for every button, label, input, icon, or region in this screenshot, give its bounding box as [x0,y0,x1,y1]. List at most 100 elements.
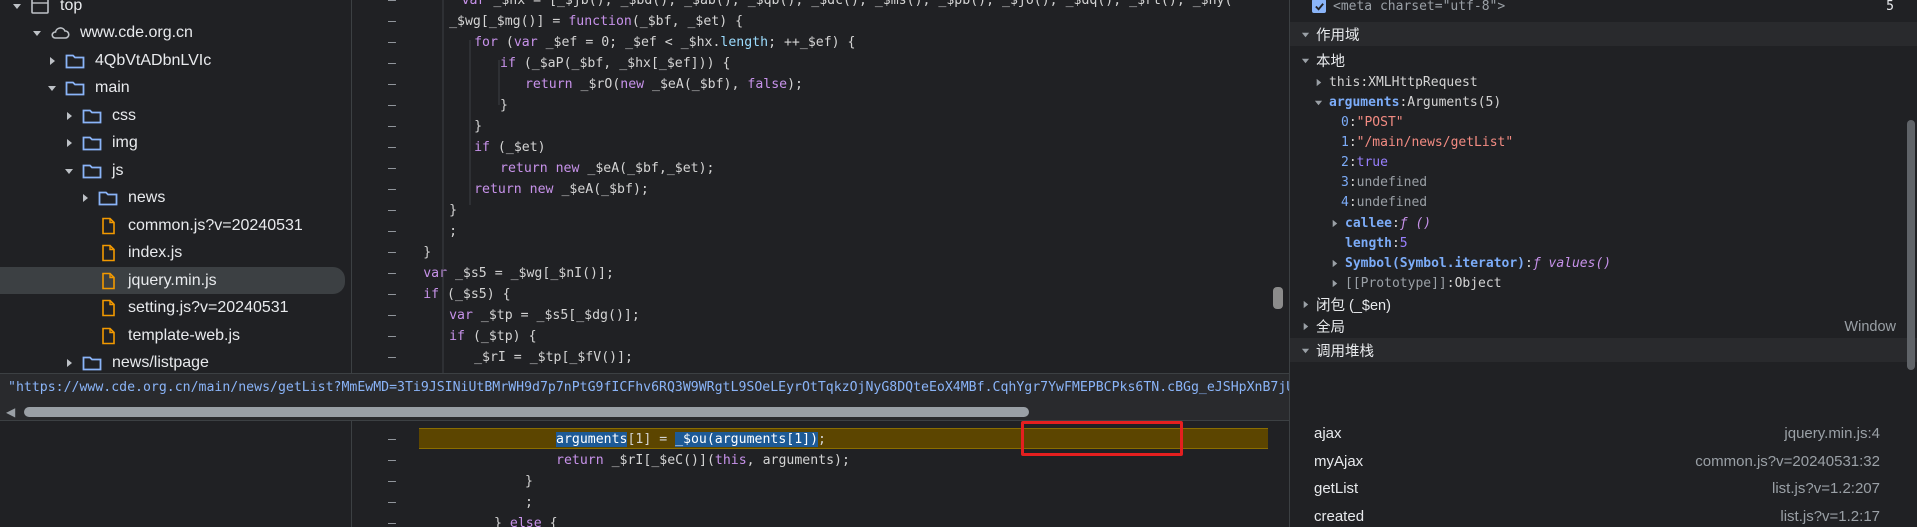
tree-item-label: template-web.js [128,326,241,344]
chevron-right-icon[interactable] [62,109,76,123]
prop-name: [[Prototype]] [1345,276,1447,291]
file-icon [98,272,118,290]
callstack-frame[interactable]: myAjax common.js?v=20240531:32 [1290,449,1917,476]
tree-item-common-js-v-20240531[interactable]: common.js?v=20240531 [0,212,345,239]
tree-item-label: css [112,106,136,124]
tree-item-label: index.js [128,244,183,261]
tree-item-index-js[interactable]: index.js [0,240,345,267]
chevron-down-icon [1299,55,1311,67]
breakpoint-meta-row[interactable]: <meta charset="utf-8"> 5 [1290,0,1917,16]
editor-scrollbar[interactable] [1273,287,1283,309]
argument-row[interactable]: 1: "/main/news/getList" [1290,132,1917,153]
tooltip-scroll-thumb[interactable] [24,407,1029,417]
frame-function: getList [1314,480,1359,497]
file-tree: top www.cde.org.cn 4QbVtADbnLVIc main css img… [0,0,352,527]
chevron-right-icon[interactable] [62,136,76,150]
chevron-right-icon[interactable] [62,356,76,370]
tree-item-news[interactable]: news [0,185,345,212]
code-line: – var _$s5 = _$wg[_$nI()]; [388,266,614,281]
tree-item-template-web-js[interactable]: template-web.js [0,322,345,349]
code-line: –; [388,224,458,239]
chevron-down-icon[interactable] [30,26,44,40]
callstack-frame[interactable]: ajax jquery.min.js:4 [1290,421,1917,448]
tree-item-main[interactable]: main [0,75,345,102]
folder-icon [65,52,85,70]
code-line: –} [388,245,432,260]
scroll-left-icon[interactable]: ◀ [6,405,15,419]
chevron-down-icon[interactable] [45,81,59,95]
argument-index: 0 [1341,115,1349,130]
tree-item-label: 4QbVtADbnLVIc [95,51,212,69]
scope-prototype-row[interactable]: [[Prototype]]: Object [1290,273,1917,294]
frame-location[interactable]: list.js?v=1.2:207 [1772,480,1880,497]
chevron-down-icon[interactable] [10,0,24,13]
tree-item-js[interactable]: js [0,157,345,184]
tree-item-top[interactable]: top [0,0,345,19]
chevron-down-icon[interactable] [62,164,76,178]
code-line: –} [388,474,533,489]
chevron-right-icon[interactable] [45,54,59,68]
code-line: – var _$hx = [_$jb(), _$bd(), _$ab(), _$q… [388,0,1233,8]
tree-item-label: setting.js?v=20240531 [128,299,289,316]
frame-icon [30,0,50,15]
argument-index: 3 [1341,175,1349,190]
file-icon [98,244,118,262]
tree-item-4qbvtadbnlvic[interactable]: 4QbVtADbnLVIc [0,47,345,74]
chevron-right-icon [1328,278,1340,290]
tree-item-label: news [128,189,166,206]
folder-icon [82,134,102,152]
scope-length-row[interactable]: length: 5 [1290,233,1917,254]
code-line: – _$rI = _$tp[_$fV()]; [388,350,633,365]
scope-callee-row[interactable]: callee: ƒ () [1290,213,1917,234]
file-icon [98,327,118,345]
argument-row[interactable]: 3: undefined [1290,172,1917,193]
chevron-right-icon[interactable] [78,191,92,205]
callstack-frame[interactable]: getList list.js?v=1.2:207 [1290,476,1917,503]
sidebar-scrollbar[interactable] [1907,120,1915,370]
prop-value: 5 [1399,236,1408,251]
prop-value: ƒ () [1399,216,1432,231]
argument-value: "/main/news/getList" [1356,135,1514,150]
prop-name: arguments [1329,95,1400,110]
scope-section-header[interactable]: 作用域 [1290,22,1917,46]
folder-icon [98,189,118,207]
argument-row[interactable]: 0: "POST" [1290,112,1917,133]
code-line: – return new _$eA(_$bf); [388,182,649,197]
argument-row[interactable]: 2: true [1290,152,1917,173]
file-icon [98,299,118,317]
scope-symbol-row[interactable]: Symbol(Symbol.iterator): ƒ values() [1290,253,1917,274]
global-scope-label: 全局 [1316,320,1345,336]
frame-location[interactable]: list.js?v=1.2:17 [1780,508,1880,525]
closure-scope-row[interactable]: 闭包 (_$en) [1290,294,1917,315]
callstack-section-header[interactable]: 调用堆栈 [1290,338,1917,362]
frame-location[interactable]: common.js?v=20240531:32 [1695,453,1880,470]
argument-row[interactable]: 4: undefined [1290,192,1917,213]
folder-icon [65,79,85,97]
scope-this-row[interactable]: this: XMLHttpRequest [1290,72,1917,93]
code-line: – return new _$eA(_$bf,_$et); [388,161,715,176]
argument-value: true [1356,155,1388,170]
tree-item-label: news/listpage [112,354,209,371]
scope-arguments-row[interactable]: arguments: Arguments(5) [1290,92,1917,113]
global-scope-row[interactable]: 全局 Window [1290,316,1917,337]
tree-item-img[interactable]: img [0,130,345,157]
argument-index: 4 [1341,195,1349,210]
tree-item-setting-js-v-20240531[interactable]: setting.js?v=20240531 [0,295,345,322]
local-scope-header[interactable]: 本地 [1290,50,1917,71]
code-line: – for (var _$ef = 0; _$ef < _$hx.length; … [388,35,856,50]
code-line: –; [388,495,533,510]
tree-item-www-cde-org-cn[interactable]: www.cde.org.cn [0,20,345,47]
code-line: – var _$tp = _$s5[_$dg()]; [388,308,640,323]
folder-icon [82,354,102,372]
tree-item-jquery-min-js[interactable]: jquery.min.js [0,267,345,294]
checkbox-checked-icon[interactable] [1312,0,1326,13]
callstack-frame[interactable]: created list.js?v=1.2:17 [1290,504,1917,527]
code-editor[interactable]: – var _$hx = [_$jb(), _$bd(), _$ab(), _$q… [353,0,1288,527]
frame-location[interactable]: jquery.min.js:4 [1784,425,1880,442]
folder-icon [82,162,102,180]
tree-item-css[interactable]: css [0,102,345,129]
folder-icon [82,107,102,125]
